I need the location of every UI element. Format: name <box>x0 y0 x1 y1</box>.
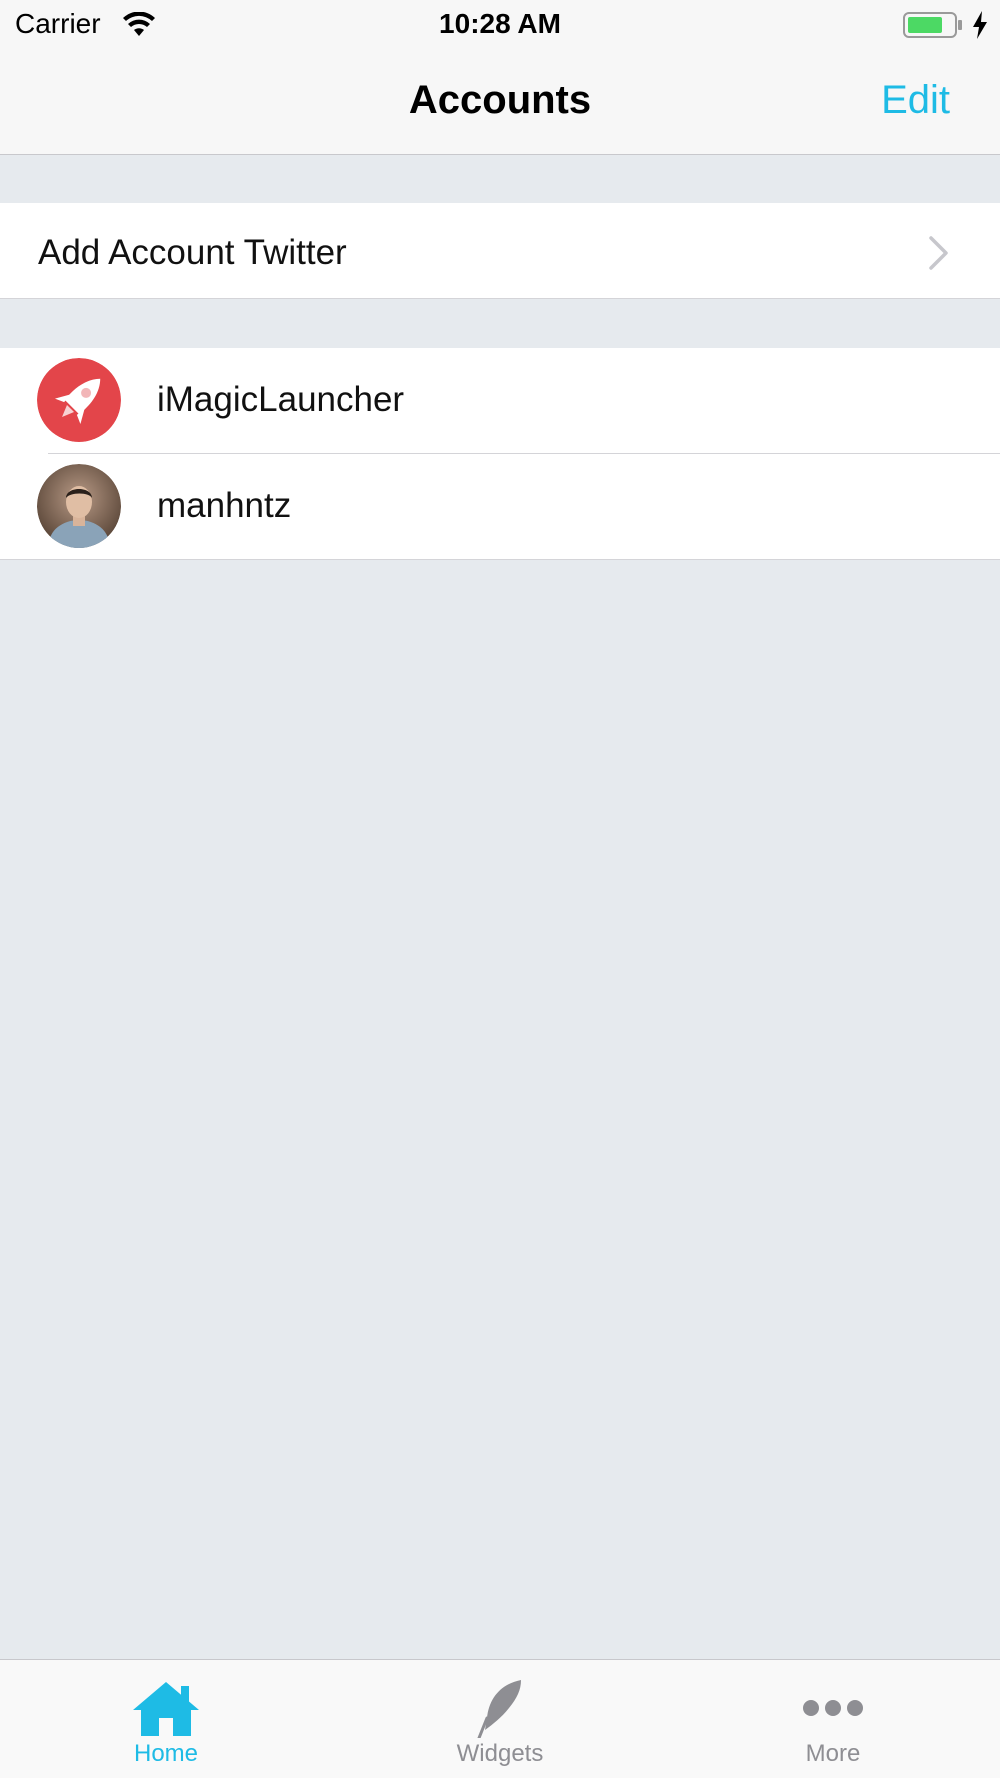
account-name: iMagicLauncher <box>157 380 405 419</box>
battery-icon <box>903 12 962 38</box>
tab-label-home: Home <box>133 1740 199 1767</box>
more-dots-icon <box>803 1700 863 1716</box>
edit-button[interactable]: Edit <box>881 78 950 123</box>
account-name: manhntz <box>157 486 292 525</box>
accounts-screen: Carrier 10:28 AM Accounts Edit Add Accou… <box>0 0 1000 1778</box>
tab-more[interactable]: More <box>733 1660 933 1778</box>
tab-bar: Home Widgets More <box>0 1659 1000 1778</box>
tab-label-more: More <box>805 1740 861 1767</box>
status-bar: Carrier 10:28 AM <box>0 0 1000 50</box>
user-photo-avatar <box>37 464 121 548</box>
chevron-right-icon <box>929 236 948 270</box>
account-row-manhntz[interactable]: manhntz <box>0 454 1000 560</box>
top-bar: Carrier 10:28 AM Accounts Edit <box>0 0 1000 155</box>
home-icon <box>133 1682 199 1736</box>
rocket-logo-avatar <box>37 358 121 442</box>
account-row-imagiclauncher[interactable]: iMagicLauncher <box>0 348 1000 454</box>
tab-home[interactable]: Home <box>66 1660 266 1778</box>
page-title: Accounts <box>408 78 592 122</box>
tab-widgets[interactable]: Widgets <box>400 1660 600 1778</box>
feather-icon <box>477 1680 521 1738</box>
tab-label-widgets: Widgets <box>456 1740 544 1767</box>
charging-bolt-icon <box>973 11 987 39</box>
add-account-label: Add Account Twitter <box>38 233 347 272</box>
status-time: 10:28 AM <box>439 8 561 39</box>
add-account-row[interactable]: Add Account Twitter <box>0 203 1000 299</box>
